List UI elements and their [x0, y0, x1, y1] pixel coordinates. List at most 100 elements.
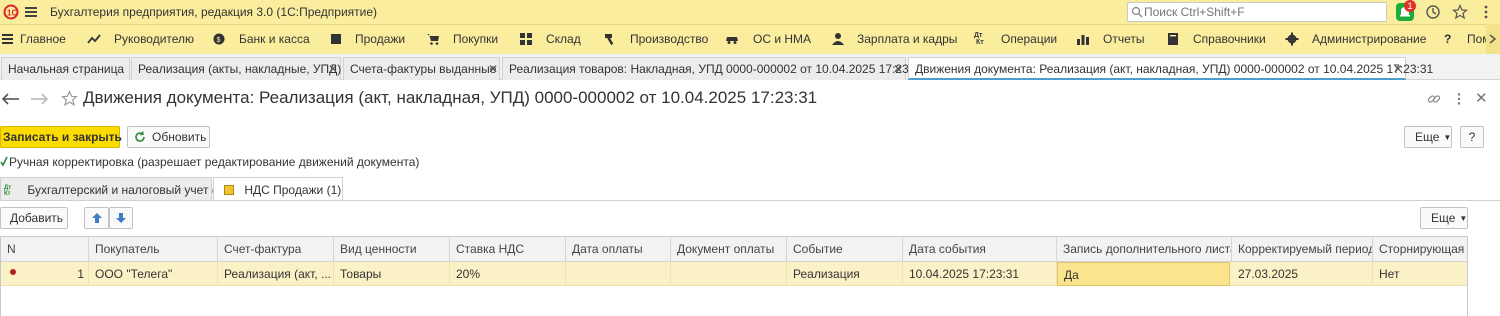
- table-cell-selected[interactable]: Да: [1057, 262, 1230, 286]
- svg-text:1С: 1С: [7, 9, 17, 18]
- person-icon: [832, 33, 844, 45]
- more-vertical-icon[interactable]: [1452, 92, 1466, 106]
- close-icon[interactable]: ✕: [893, 62, 903, 76]
- table-scroll-area[interactable]: [1468, 236, 1500, 316]
- column-header[interactable]: Сторнирующая за: [1373, 237, 1467, 262]
- tab-sale-document[interactable]: Реализация товаров: Накладная, УПД 0000-…: [502, 57, 925, 80]
- section-assets[interactable]: ОС и НМА: [753, 32, 811, 46]
- table-cell[interactable]: 27.03.2025: [1232, 262, 1373, 286]
- back-arrow-icon[interactable]: [0, 91, 22, 107]
- chevron-down-icon: ▼: [1443, 132, 1452, 142]
- table-cell[interactable]: 10.04.2025 17:23:31: [903, 262, 1057, 286]
- column-header[interactable]: Дата оплаты: [566, 237, 671, 262]
- vat-sales-table: N Покупатель Счет-фактура Вид ценности С…: [0, 236, 1468, 316]
- section-production[interactable]: Производство: [630, 32, 708, 46]
- help-icon: ?: [1444, 32, 1452, 46]
- close-form-icon[interactable]: ✕: [1475, 89, 1488, 107]
- gear-icon: [1285, 32, 1299, 46]
- close-icon[interactable]: ✕: [328, 62, 338, 76]
- arrow-down-icon: [116, 213, 126, 223]
- column-header[interactable]: Вид ценности: [334, 237, 450, 262]
- tab-label: Реализация товаров: Накладная, УПД 0000-…: [509, 62, 926, 76]
- chevron-right-icon: [1489, 34, 1497, 44]
- chart-trend-icon: [87, 34, 101, 44]
- table-more-button[interactable]: Еще ▼: [1420, 207, 1468, 229]
- column-header[interactable]: Событие: [787, 237, 903, 262]
- notification-badge: 1: [1404, 0, 1416, 12]
- move-up-button[interactable]: [84, 207, 109, 229]
- column-header[interactable]: Покупатель: [89, 237, 218, 262]
- button-label: Еще: [1415, 130, 1440, 144]
- section-manager[interactable]: Руководителю: [114, 32, 194, 46]
- column-header[interactable]: Запись дополнительного листа: [1057, 237, 1232, 262]
- move-down-button[interactable]: [109, 207, 133, 229]
- close-icon[interactable]: ✕: [488, 62, 498, 76]
- section-reports[interactable]: Отчеты: [1103, 32, 1144, 46]
- section-purchases[interactable]: Покупки: [453, 32, 498, 46]
- menu-icon[interactable]: [2, 34, 16, 48]
- report-bars-icon: [1077, 35, 1089, 45]
- tab-invoices[interactable]: Счета-фактуры выданные ✕: [343, 57, 500, 80]
- column-header[interactable]: Корректируемый период: [1232, 237, 1373, 262]
- section-operations[interactable]: Операции: [1001, 32, 1057, 46]
- open-windows-bar: Начальная страница Реализация (акты, нак…: [0, 54, 1500, 80]
- table-cell[interactable]: [671, 262, 787, 286]
- table-cell[interactable]: Товары: [334, 262, 450, 286]
- manual-correction-checkbox[interactable]: Ручная корректировка (разрешает редактир…: [0, 155, 419, 169]
- more-button[interactable]: Еще ▼: [1404, 126, 1452, 148]
- section-catalogs[interactable]: Справочники: [1193, 32, 1266, 46]
- table-cell[interactable]: Реализация: [787, 262, 903, 286]
- search-input[interactable]: [1144, 5, 1382, 19]
- main-menu-icon[interactable]: [25, 5, 37, 19]
- column-header[interactable]: Счет-фактура: [218, 237, 334, 262]
- table-cell[interactable]: ООО "Телега": [89, 262, 218, 286]
- cell-text: 1: [77, 267, 84, 281]
- column-header[interactable]: N: [1, 237, 89, 262]
- button-label: Записать и закрыть: [3, 130, 122, 144]
- table-cell[interactable]: 20%: [450, 262, 566, 286]
- column-header[interactable]: Документ оплаты: [671, 237, 787, 262]
- coins-icon: $: [213, 33, 225, 45]
- table-cell[interactable]: [566, 262, 671, 286]
- forward-arrow-icon[interactable]: [28, 91, 50, 107]
- star-icon[interactable]: [1452, 4, 1468, 20]
- section-main[interactable]: Главное: [20, 32, 66, 46]
- button-label: Еще: [1431, 211, 1456, 225]
- save-and-close-button[interactable]: Записать и закрыть: [0, 126, 122, 148]
- global-search[interactable]: [1127, 2, 1387, 22]
- sales-icon: [331, 34, 341, 44]
- section-warehouse[interactable]: Склад: [546, 32, 581, 46]
- tab-home[interactable]: Начальная страница: [1, 57, 130, 80]
- dt-kt-icon: Дт Кт: [974, 32, 984, 46]
- tab-label: Движения документа: Реализация (акт, нак…: [915, 62, 1434, 76]
- close-icon[interactable]: ✕: [1393, 62, 1403, 76]
- cart-icon: [427, 34, 439, 45]
- add-button[interactable]: Добавить: [0, 207, 68, 229]
- favorite-star-icon[interactable]: [61, 90, 78, 107]
- help-button[interactable]: ?: [1460, 126, 1484, 148]
- tab-accounting-register[interactable]: Дт Кт Бухгалтерский и налоговый учет (3): [0, 177, 226, 201]
- column-header[interactable]: Дата события: [903, 237, 1057, 262]
- history-icon[interactable]: [1425, 4, 1441, 20]
- table-row[interactable]: 1 ООО "Телега" Реализация (акт, ... Това…: [1, 262, 1467, 286]
- tab-sales-list[interactable]: Реализация (акты, накладные, УПД) ✕: [131, 57, 341, 80]
- refresh-button[interactable]: Обновить: [127, 126, 210, 148]
- section-salary[interactable]: Зарплата и кадры: [857, 32, 957, 46]
- section-sales[interactable]: Продажи: [355, 32, 405, 46]
- row-number-cell[interactable]: 1: [1, 262, 89, 286]
- section-admin[interactable]: Администрирование: [1312, 32, 1426, 46]
- sections-panel: Главное Руководителю $ Банк и касса Прод…: [0, 24, 1500, 54]
- section-bank[interactable]: Банк и касса: [239, 32, 310, 46]
- column-header[interactable]: Ставка НДС: [450, 237, 566, 262]
- table-cell[interactable]: Нет: [1373, 262, 1467, 286]
- sections-scroll-right[interactable]: [1486, 24, 1500, 54]
- tab-label: НДС Продажи (1): [244, 183, 342, 197]
- tab-document-movements[interactable]: Движения документа: Реализация (акт, нак…: [908, 57, 1433, 80]
- form-title: Движения документа: Реализация (акт, нак…: [83, 88, 818, 107]
- table-cell[interactable]: Реализация (акт, ...: [218, 262, 334, 286]
- tab-vat-sales[interactable]: НДС Продажи (1): [213, 177, 343, 201]
- tab-label: Счета-фактуры выданные: [350, 62, 497, 76]
- checkmark-icon: [0, 156, 8, 167]
- more-vertical-icon[interactable]: [1478, 4, 1494, 20]
- link-icon[interactable]: [1427, 92, 1441, 106]
